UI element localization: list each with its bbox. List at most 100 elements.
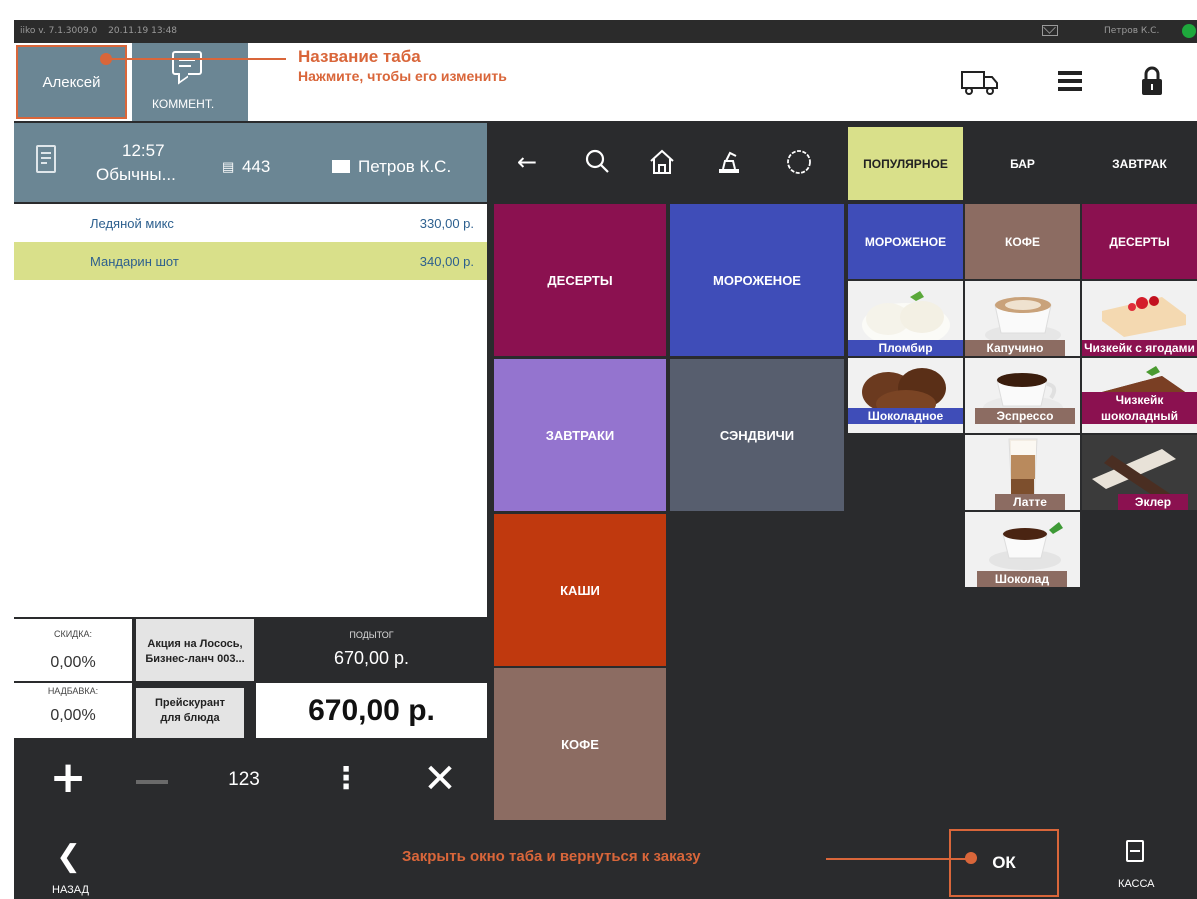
- order-item-name: Ледяной микс: [90, 216, 174, 231]
- product-name: Чизкейк с ягодами: [1082, 340, 1197, 356]
- order-totals: СКИДКА: 0,00% Акция на Лосось, Бизнес-ла…: [14, 619, 487, 738]
- surcharge-value: 0,00%: [50, 707, 96, 724]
- cash-register-button[interactable]: КАССА: [1104, 834, 1174, 894]
- status-user: Петров К.С.: [1104, 26, 1160, 36]
- action-row: + 123 ⋮ ✕: [14, 738, 487, 822]
- subcategory-desserts[interactable]: ДЕСЕРТЫ: [1082, 204, 1197, 279]
- product-name: Латте: [995, 494, 1065, 510]
- lock-icon[interactable]: [1140, 66, 1164, 96]
- order-number-icon: ▤: [222, 159, 235, 174]
- menu-navigation: ←: [490, 123, 844, 202]
- search-icon[interactable]: [582, 147, 612, 177]
- product-latte[interactable]: Латте: [965, 435, 1080, 510]
- menu-icon[interactable]: [1058, 71, 1082, 91]
- promo-line-2: Бизнес-ланч 003...: [145, 653, 245, 665]
- tab-popular[interactable]: ПОПУЛЯРНОЕ: [848, 127, 963, 200]
- quantity-button[interactable]: 123: [214, 758, 274, 802]
- callout-tab-title: Название таба: [298, 47, 421, 66]
- order-number: 443: [242, 157, 271, 176]
- product-shokolad[interactable]: Шоколад: [965, 512, 1080, 587]
- promo-line-1: Акция на Лосось,: [147, 638, 243, 650]
- product-name: Шоколад: [977, 571, 1067, 587]
- subcategory-coffee[interactable]: КОФЕ: [965, 204, 1080, 279]
- discount-box[interactable]: СКИДКА: 0,00%: [14, 619, 132, 681]
- status-bar: iiko v. 7.1.3009.0 20.11.19 13:48 Петров…: [14, 20, 1197, 43]
- product-name: Эспрессо: [975, 408, 1075, 424]
- category-grid: ДЕСЕРТЫ МОРОЖЕНОЕ ЗАВТРАКИ СЭНДВИЧИ КАШИ…: [494, 204, 846, 822]
- category-sandwiches[interactable]: СЭНДВИЧИ: [670, 359, 844, 511]
- product-shokoladnoe[interactable]: Шоколадное: [848, 358, 963, 433]
- printer-stamp-icon[interactable]: [714, 147, 744, 177]
- order-item[interactable]: Ледяной микс 330,00 р.: [14, 204, 487, 242]
- callout-line: [826, 858, 966, 860]
- order-time: 12:57: [122, 141, 165, 160]
- waiter-icon: [332, 160, 350, 173]
- category-icecream[interactable]: МОРОЖЕНОЕ: [670, 204, 844, 356]
- add-button[interactable]: +: [38, 756, 98, 802]
- comment-icon: [172, 51, 202, 75]
- tab-bar[interactable]: БАР: [965, 127, 1080, 200]
- subtotal-box: ПОДЫТОГ 670,00 р.: [256, 619, 487, 681]
- callout-line: [106, 58, 286, 60]
- order-waiter[interactable]: Петров К.С.: [358, 157, 451, 177]
- order-item-name: Мандарин шот: [90, 254, 179, 269]
- top-toolbar: Алексей КОММЕНТ. Название таба Нажмите, …: [14, 43, 1197, 121]
- order-item-selected[interactable]: Мандарин шот 340,00 р.: [14, 242, 487, 280]
- cash-register-label: КАССА: [1118, 878, 1155, 890]
- delete-button[interactable]: ✕: [410, 758, 470, 802]
- price-list-line-2: для блюда: [160, 712, 220, 724]
- status-datetime: 20.11.19 13:48: [108, 26, 178, 36]
- ok-button[interactable]: ОК: [949, 829, 1059, 897]
- surcharge-label: НАДБАВКА:: [47, 686, 99, 696]
- product-ekler[interactable]: Эклер: [1082, 435, 1197, 510]
- product-name: Пломбир: [848, 340, 963, 356]
- product-cheesecake-berries[interactable]: Чизкейк с ягодами: [1082, 281, 1197, 356]
- home-icon[interactable]: [647, 147, 677, 177]
- tab-breakfast[interactable]: ЗАВТРАК: [1082, 127, 1197, 200]
- callout-tab-hint: Нажмите, чтобы его изменить: [298, 68, 507, 84]
- product-cheesecake-chocolate[interactable]: Чизкейк шоколадный: [1082, 358, 1197, 433]
- surcharge-box[interactable]: НАДБАВКА: 0,00%: [14, 683, 132, 738]
- mail-icon[interactable]: [1042, 25, 1058, 36]
- more-options-button[interactable]: ⋮: [316, 758, 376, 802]
- category-porridge[interactable]: КАШИ: [494, 514, 666, 666]
- app-version: iiko v. 7.1.3009.0: [20, 26, 98, 36]
- promo-button[interactable]: Акция на Лосось, Бизнес-ланч 003...: [136, 619, 254, 681]
- subcategory-icecream[interactable]: МОРОЖЕНОЕ: [848, 204, 963, 279]
- comment-label: КОММЕНТ.: [152, 97, 215, 111]
- decrease-button[interactable]: [122, 758, 182, 802]
- product-name: Чизкейк шоколадный: [1082, 392, 1197, 424]
- cash-register-icon: [1126, 840, 1144, 862]
- quick-menu-tabs: ПОПУЛЯРНОЕ БАР ЗАВТРАК: [848, 127, 1197, 200]
- category-breakfast[interactable]: ЗАВТРАКИ: [494, 359, 666, 511]
- subtotal-value: 670,00 р.: [333, 648, 410, 668]
- order-status-icon: [36, 145, 56, 173]
- discount-value: 0,00%: [50, 654, 96, 671]
- price-list-button[interactable]: Прейскурант для блюда: [136, 688, 244, 738]
- online-indicator-icon: [1182, 24, 1196, 38]
- circle-icon[interactable]: [784, 147, 814, 177]
- category-desserts[interactable]: ДЕСЕРТЫ: [494, 204, 666, 356]
- delivery-truck-icon[interactable]: [961, 70, 999, 96]
- back-label: НАЗАД: [52, 884, 89, 896]
- subtotal-label: ПОДЫТОГ: [349, 630, 394, 640]
- pos-window: iiko v. 7.1.3009.0 20.11.19 13:48 Петров…: [14, 20, 1197, 899]
- bottom-bar: ❮ НАЗАД Закрыть окно таба и вернуться к …: [14, 826, 1197, 899]
- back-button[interactable]: ❮ НАЗАД: [38, 836, 98, 897]
- chevron-left-icon: ❮: [56, 839, 82, 874]
- order-type[interactable]: Обычны...: [96, 165, 176, 185]
- product-kapuchino[interactable]: Капучино: [965, 281, 1080, 356]
- category-coffee[interactable]: КОФЕ: [494, 668, 666, 820]
- comment-button[interactable]: КОММЕНТ.: [132, 43, 248, 121]
- discount-label: СКИДКА:: [53, 629, 93, 639]
- order-items-list: Ледяной микс 330,00 р. Мандарин шот 340,…: [14, 204, 487, 617]
- product-name: Капучино: [965, 340, 1065, 356]
- order-header: 12:57 Обычны... ▤ 443 Петров К.С.: [14, 123, 487, 202]
- product-plombir[interactable]: Пломбир: [848, 281, 963, 356]
- callout-close-hint: Закрыть окно таба и вернуться к заказу: [402, 848, 701, 865]
- back-arrow-icon[interactable]: ←: [512, 147, 542, 177]
- grand-total: 670,00 р.: [256, 683, 487, 738]
- order-item-price: 330,00 р.: [419, 216, 474, 231]
- price-list-line-1: Прейскурант: [155, 697, 225, 709]
- product-espresso[interactable]: Эспрессо: [965, 358, 1080, 433]
